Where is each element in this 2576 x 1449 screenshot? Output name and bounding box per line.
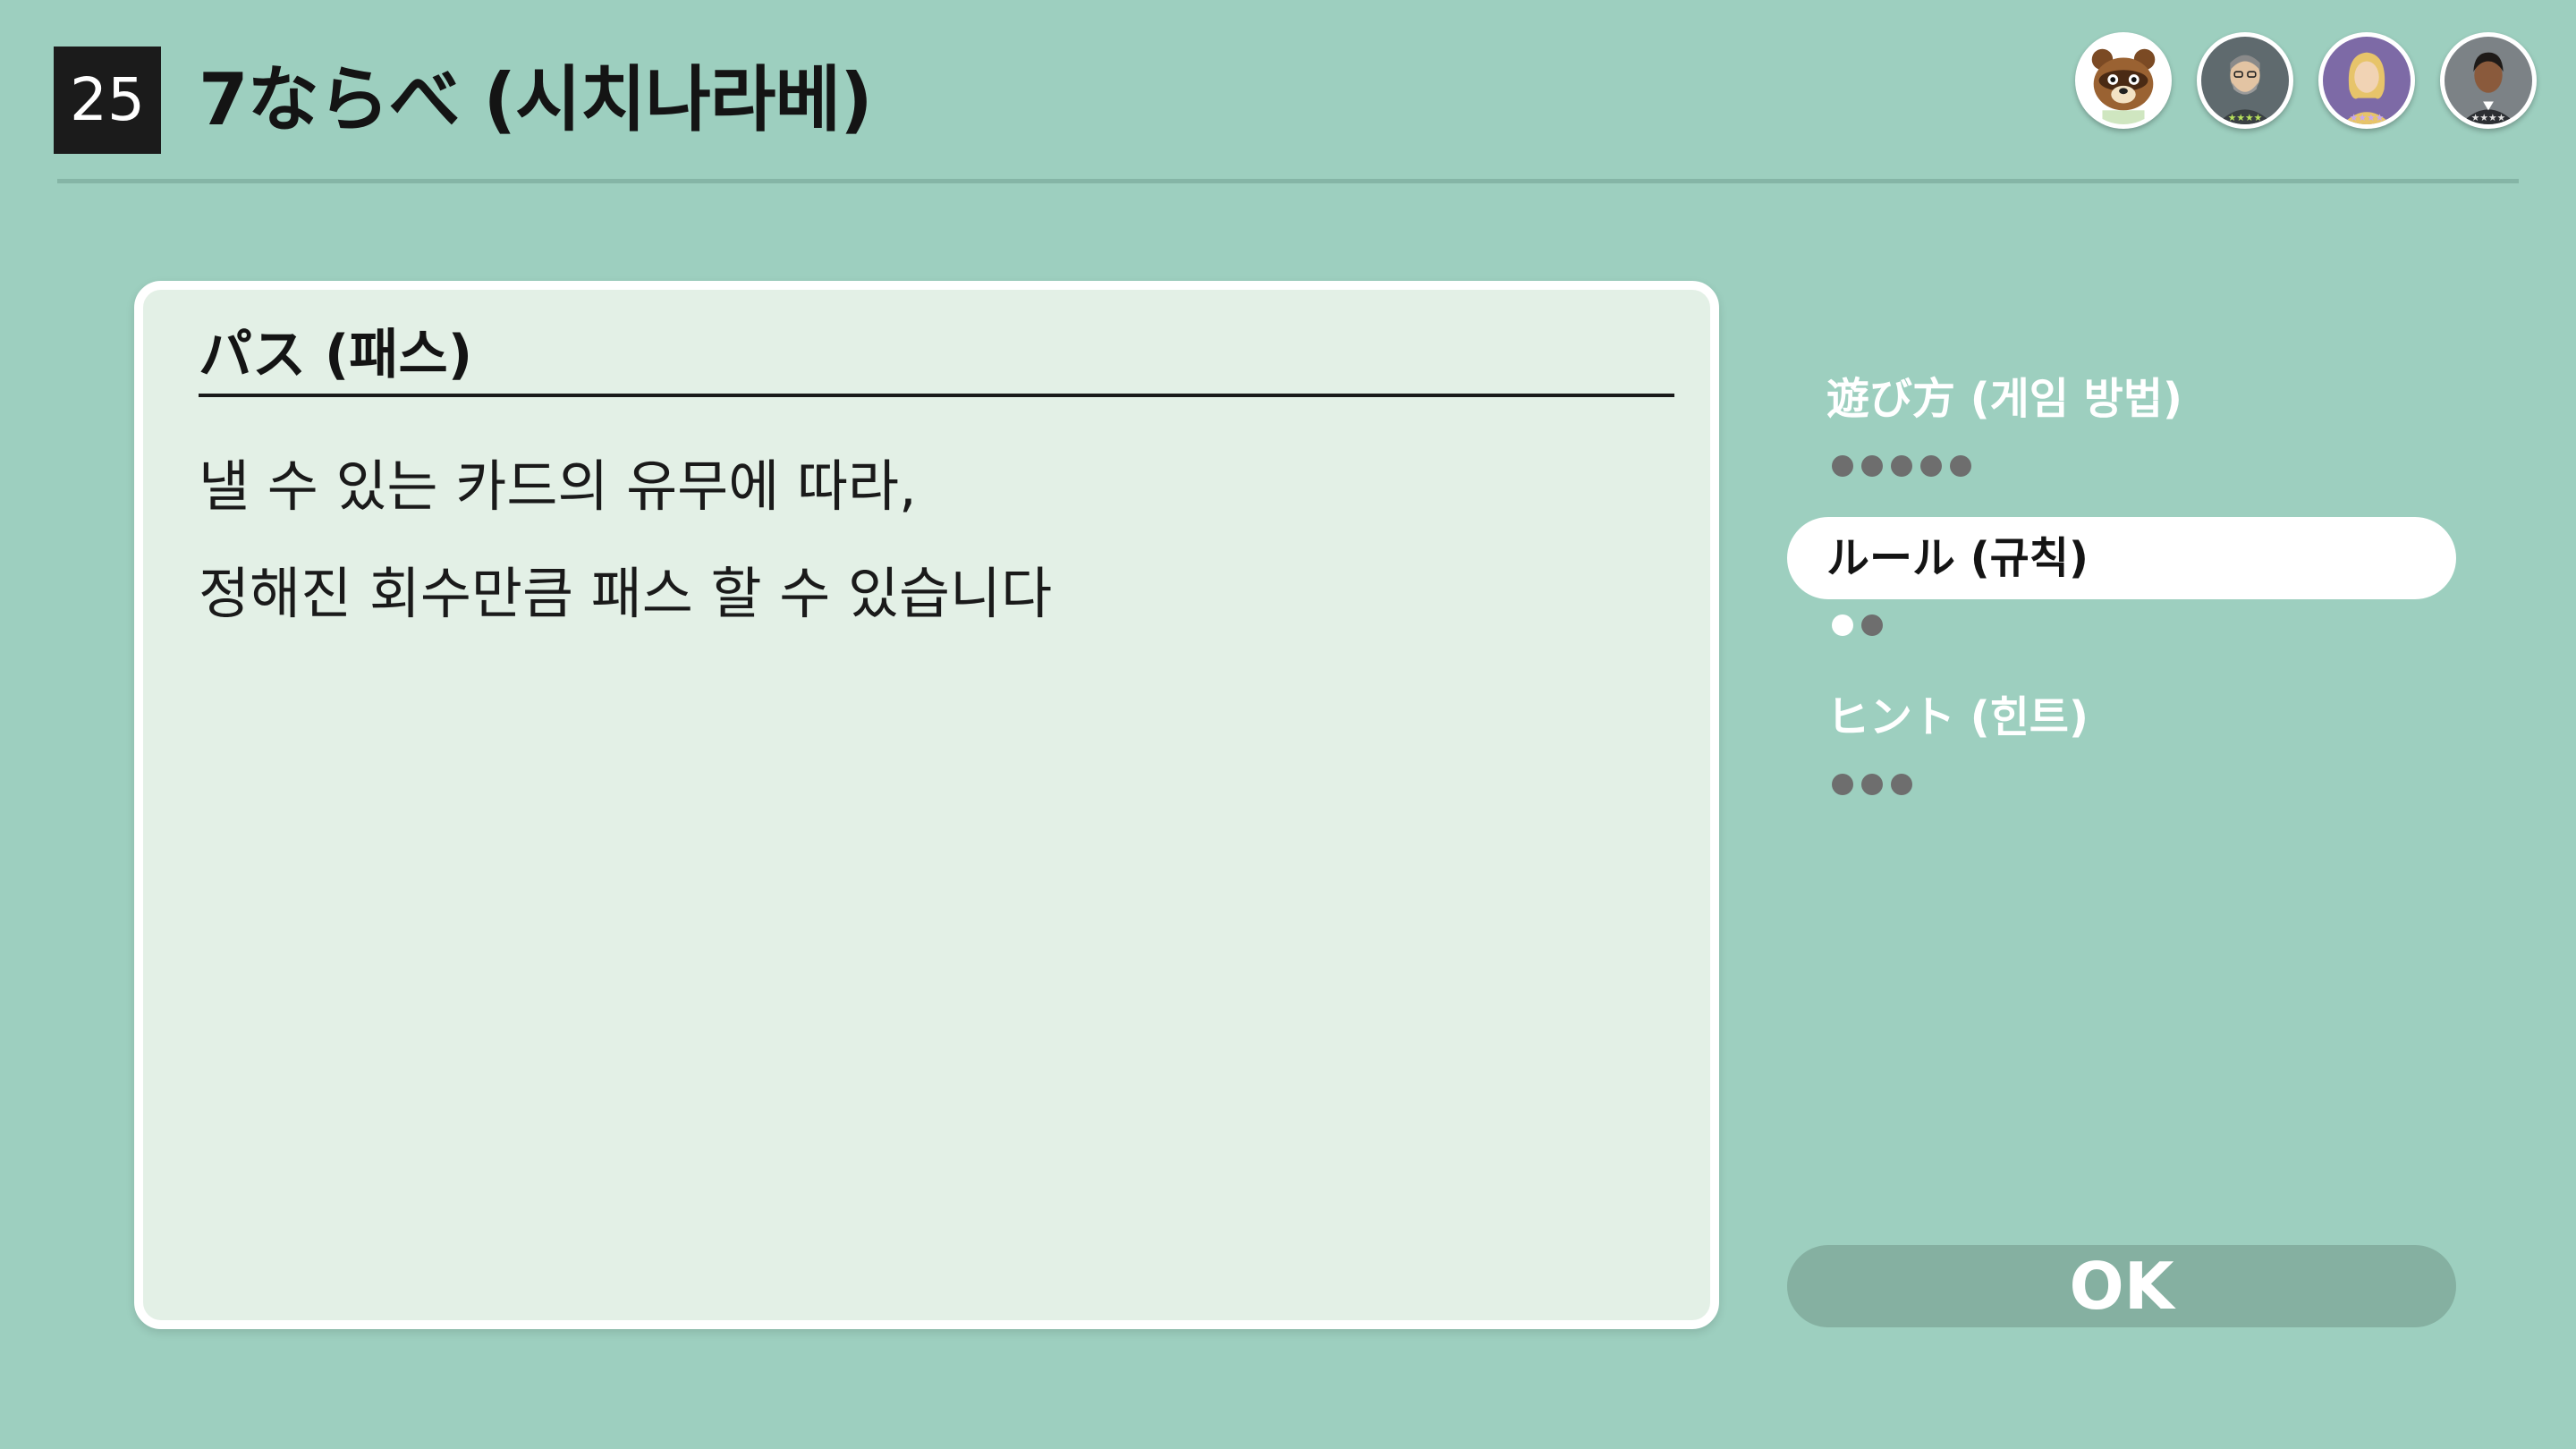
menu-item-how-to-play[interactable]: 遊び方 (게임 방법): [1787, 358, 2456, 440]
page-dot: [1861, 614, 1883, 636]
page-dot: [1950, 455, 1971, 477]
rule-description-panel: パス (패스) 낼 수 있는 카드의 유무에 따라, 정해진 회수만큼 패스 할…: [134, 281, 1719, 1329]
ok-button[interactable]: OK: [1787, 1245, 2456, 1327]
section-heading: パス (패스): [199, 324, 473, 386]
rule-text-line: 정해진 회수만큼 패스 할 수 있습니다: [199, 561, 1053, 626]
game-title: 7ならべ (시치나라베): [199, 58, 873, 141]
page-dot: [1861, 774, 1883, 795]
page-dot: [1891, 774, 1912, 795]
help-category-menu: 遊び方 (게임 방법) ルール (규칙) ヒント (힌트): [1787, 358, 2456, 835]
raccoon-character-icon: [2075, 32, 2172, 129]
page-dot: [1920, 455, 1942, 477]
menu-item-hints[interactable]: ヒント (힌트): [1787, 676, 2456, 758]
heading-underline: [199, 394, 1674, 397]
game-rules-screen: 25 7ならべ (시치나라베) ★★★★ ★★★★ ★★★★ パス (패스) 낼…: [0, 0, 2576, 1449]
page-dot: [1832, 455, 1853, 477]
player-avatars: ★★★★ ★★★★ ★★★★: [2075, 32, 2537, 129]
svg-text:★★★★: ★★★★: [2471, 112, 2506, 123]
page-indicator-rules: [1787, 599, 2456, 651]
dark-hair-man-icon: ★★★★: [2440, 32, 2537, 129]
page-dot: [1832, 774, 1853, 795]
menu-item-rules[interactable]: ルール (규칙): [1787, 517, 2456, 599]
bearded-man-icon: ★★★★: [2197, 32, 2293, 129]
rule-text-line: 낼 수 있는 카드의 유무에 따라,: [199, 453, 917, 519]
rule-body-text: 낼 수 있는 카드의 유무에 따라, 정해진 회수만큼 패스 할 수 있습니다: [199, 433, 1665, 648]
game-number-badge: 25: [54, 47, 161, 154]
svg-text:★★★★: ★★★★: [2228, 112, 2263, 123]
blonde-woman-icon: ★★★★: [2318, 32, 2415, 129]
svg-text:★★★★: ★★★★: [2350, 112, 2385, 123]
page-dot: [1861, 455, 1883, 477]
page-dot-current: [1832, 614, 1853, 636]
page-indicator-hints: [1787, 758, 2456, 810]
page-indicator-how-to-play: [1787, 440, 2456, 492]
page-dot: [1891, 455, 1912, 477]
header-divider: [57, 179, 2519, 183]
